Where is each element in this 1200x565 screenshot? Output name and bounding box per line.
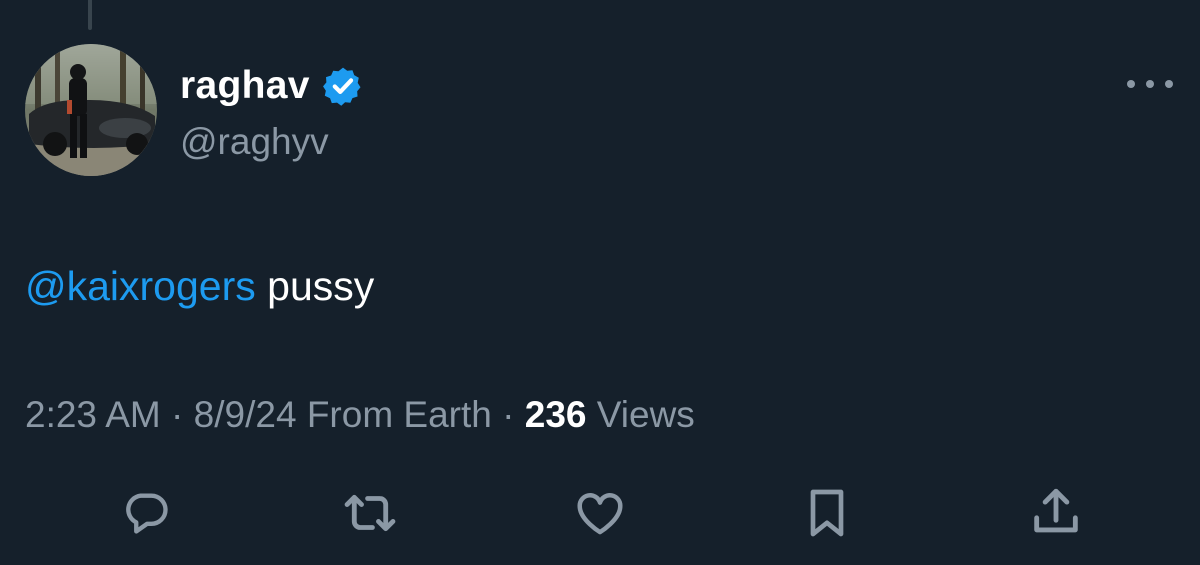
reply-button[interactable] xyxy=(117,484,175,542)
bookmark-button[interactable] xyxy=(798,484,856,542)
retweet-button[interactable] xyxy=(341,484,399,542)
tweet-date[interactable]: 8/9/24 xyxy=(194,394,297,435)
avatar-image xyxy=(25,44,157,176)
display-name[interactable]: raghav xyxy=(180,62,310,110)
tweet-meta: 2:23 AM · 8/9/24 From Earth · 236 Views xyxy=(25,390,695,440)
more-dot xyxy=(1146,80,1154,88)
share-button[interactable] xyxy=(1027,484,1085,542)
avatar[interactable] xyxy=(25,44,157,176)
tweet-time[interactable]: 2:23 AM xyxy=(25,394,161,435)
tweet-source: From Earth xyxy=(306,394,492,435)
like-button[interactable] xyxy=(571,484,629,542)
share-icon xyxy=(1034,488,1078,533)
view-count: 236 xyxy=(524,394,587,435)
author-row: raghav xyxy=(180,62,364,110)
meta-separator: · xyxy=(502,394,515,435)
more-dot xyxy=(1165,80,1173,88)
reply-icon xyxy=(126,493,168,534)
tweet-body: pussy xyxy=(255,263,375,309)
user-handle[interactable]: @raghyv xyxy=(180,118,329,166)
thread-connector-line xyxy=(88,0,92,30)
bookmark-icon xyxy=(810,489,844,537)
tweet-text: @kaixrogers pussy xyxy=(25,258,374,314)
retweet-icon xyxy=(344,494,396,532)
verified-badge-icon[interactable] xyxy=(322,65,364,107)
views-label: Views xyxy=(596,394,695,435)
more-dot xyxy=(1127,80,1135,88)
like-icon xyxy=(577,493,623,535)
mention-link[interactable]: @kaixrogers xyxy=(25,263,256,309)
meta-separator: · xyxy=(171,394,184,435)
more-options-icon[interactable] xyxy=(1127,74,1173,94)
